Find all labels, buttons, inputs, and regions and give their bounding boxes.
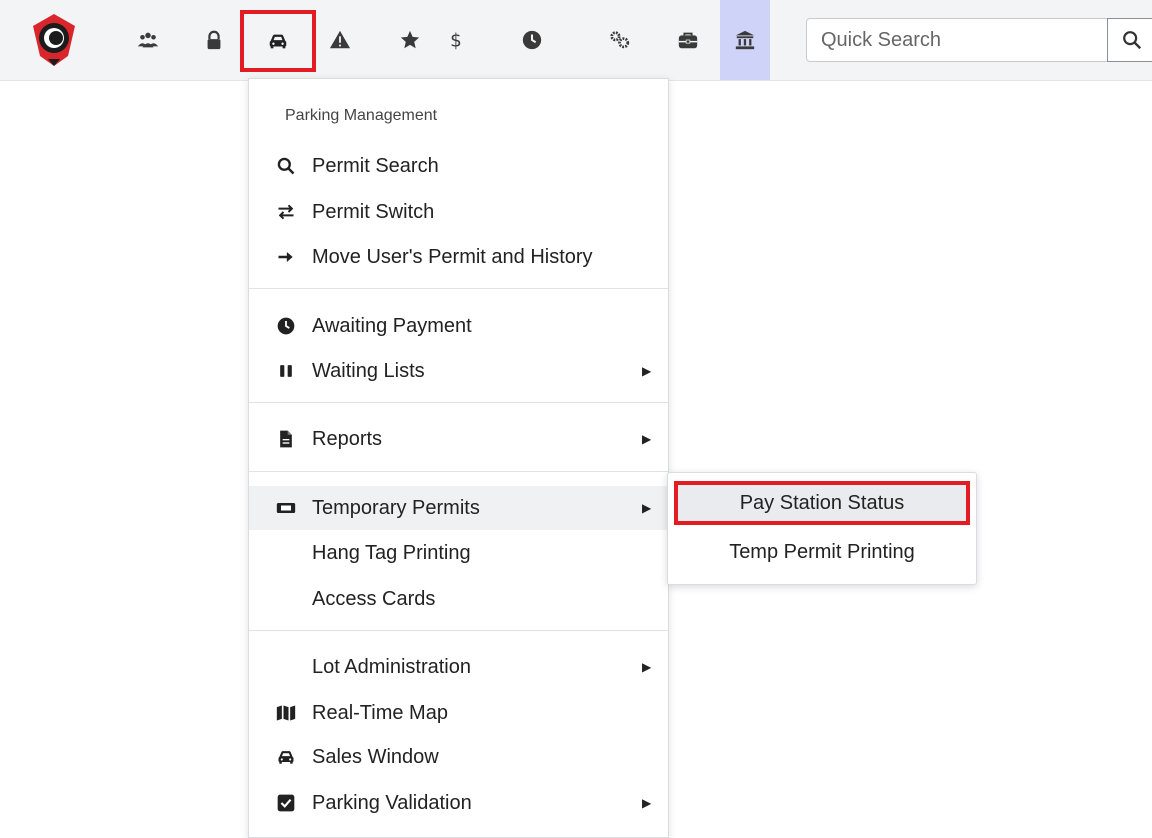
caret-right-icon: ▶ [642, 432, 652, 446]
arrow-right-icon [276, 247, 296, 267]
parking-management-menu: Parking Management Permit Search Permit … [248, 78, 669, 838]
menu-divider [249, 288, 668, 289]
clock-icon [276, 316, 296, 336]
quick-search-input[interactable] [806, 18, 1108, 62]
menu-item-lot-administration[interactable]: Lot Administration ▶ [249, 645, 668, 689]
menu-item-awaiting-payment[interactable]: Awaiting Payment [249, 304, 668, 348]
menu-item-label: Awaiting Payment [312, 314, 472, 337]
submenu-item-temp-permit-printing[interactable]: Temp Permit Printing [674, 530, 970, 574]
menu-item-label: Parking Validation [312, 791, 472, 814]
submenu-item-pay-station-status[interactable]: Pay Station Status [674, 481, 970, 525]
menu-item-permit-switch[interactable]: Permit Switch [249, 190, 668, 234]
menu-divider [249, 402, 668, 403]
menu-item-temporary-permits[interactable]: Temporary Permits ▶ [249, 486, 668, 530]
exchange-icon [276, 202, 296, 222]
menu-item-sales-window[interactable]: Sales Window [249, 735, 668, 779]
clock-icon[interactable] [510, 14, 554, 66]
menu-header: Parking Management [285, 107, 438, 124]
users-icon[interactable] [126, 14, 170, 66]
menu-item-label: Lot Administration [312, 655, 471, 678]
menu-divider [249, 630, 668, 631]
menu-item-label: Hang Tag Printing [312, 541, 471, 564]
app-logo[interactable] [30, 12, 78, 68]
dollar-icon[interactable]: $ [434, 14, 478, 66]
caret-right-icon: ▶ [642, 501, 652, 515]
menu-item-label: Move User's Permit and History [312, 245, 593, 268]
menu-item-label: Reports [312, 427, 383, 450]
top-toolbar: $ [0, 0, 1152, 81]
menu-divider [249, 471, 668, 472]
menu-item-label: Permit Switch [312, 200, 435, 223]
menu-item-access-cards[interactable]: Access Cards [249, 577, 668, 621]
toolbox-icon[interactable] [666, 14, 710, 66]
menu-item-label: Permit Search [312, 154, 439, 177]
car-icon [276, 747, 296, 767]
menu-item-label: Real-Time Map [312, 701, 448, 724]
menu-item-label: Sales Window [312, 745, 439, 768]
building-icon[interactable] [720, 0, 770, 80]
temporary-permits-submenu: Pay Station Status Temp Permit Printing [667, 472, 977, 585]
check-square-icon [276, 793, 296, 813]
car-icon[interactable] [240, 10, 316, 72]
menu-item-waiting-lists[interactable]: Waiting Lists ▶ [249, 349, 668, 393]
menu-item-reports[interactable]: Reports ▶ [249, 417, 668, 461]
star-icon[interactable] [388, 14, 432, 66]
menu-item-permit-search[interactable]: Permit Search [249, 144, 668, 188]
ticket-icon [276, 498, 296, 518]
caret-right-icon: ▶ [642, 796, 652, 810]
menu-item-move-permit[interactable]: Move User's Permit and History [249, 235, 668, 279]
map-icon [276, 703, 296, 723]
search-icon [276, 156, 296, 176]
menu-item-real-time-map[interactable]: Real-Time Map [249, 691, 668, 735]
search-icon [1123, 31, 1142, 50]
file-icon [276, 429, 296, 449]
menu-item-label: Temporary Permits [312, 496, 480, 519]
menu-item-hang-tag-printing[interactable]: Hang Tag Printing [249, 531, 668, 575]
caret-right-icon: ▶ [642, 364, 652, 378]
pause-icon [276, 361, 296, 381]
search-button[interactable] [1107, 18, 1152, 62]
menu-item-label: Access Cards [312, 587, 436, 610]
menu-item-parking-validation[interactable]: Parking Validation ▶ [249, 781, 668, 825]
gears-icon[interactable] [598, 14, 642, 66]
warning-icon[interactable] [318, 14, 362, 66]
caret-right-icon: ▶ [642, 660, 652, 674]
lock-icon[interactable] [192, 14, 236, 66]
menu-item-label: Waiting Lists [312, 359, 425, 382]
svg-text:$: $ [450, 30, 462, 51]
